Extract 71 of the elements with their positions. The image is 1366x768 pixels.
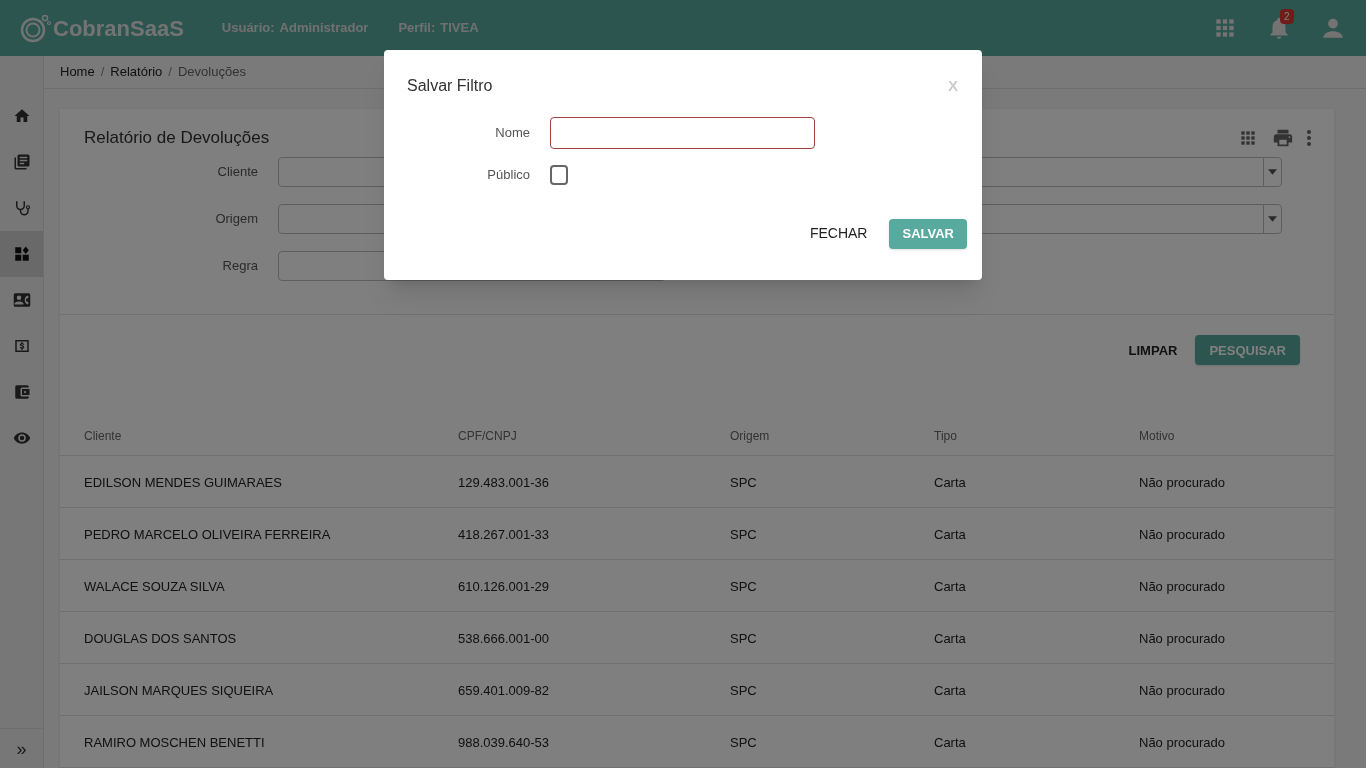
breadcrumb-link[interactable]: Home bbox=[60, 62, 95, 82]
breadcrumb-separator: / bbox=[100, 63, 105, 82]
public-checkbox[interactable] bbox=[550, 165, 568, 185]
sidebar-item[interactable] bbox=[0, 231, 43, 277]
table-cell: 129.483.001-36 bbox=[458, 474, 550, 490]
table-cell: Carta bbox=[934, 630, 966, 646]
save-button[interactable]: SALVAR bbox=[889, 218, 967, 249]
table-cell: Não procurado bbox=[1139, 734, 1225, 750]
contact-card-icon bbox=[12, 291, 31, 309]
table-cell: Não procurado bbox=[1139, 682, 1225, 698]
name-input[interactable] bbox=[550, 117, 815, 149]
table-cell: SPC bbox=[730, 526, 757, 542]
public-label: Público bbox=[486, 166, 530, 185]
logo-text: CobranSaaS bbox=[53, 14, 184, 43]
table-cell: Não procurado bbox=[1139, 526, 1225, 542]
profile-label: Perfil: bbox=[398, 19, 436, 38]
money-icon bbox=[12, 337, 31, 355]
wallet-icon bbox=[12, 383, 31, 401]
filter-label: Origem bbox=[214, 209, 259, 228]
table-cell: Carta bbox=[934, 734, 966, 750]
table-cell: Carta bbox=[934, 682, 966, 698]
table-cell: JAILSON MARQUES SIQUEIRA bbox=[84, 682, 274, 698]
table-cell: Carta bbox=[934, 474, 966, 490]
user-label: Usuário: bbox=[221, 19, 275, 38]
table-cell: Não procurado bbox=[1139, 578, 1225, 594]
table-cell: SPC bbox=[730, 474, 757, 490]
dropdown-caret-icon bbox=[1268, 168, 1277, 175]
close-text-button[interactable]: FECHAR bbox=[809, 217, 868, 250]
eye-icon bbox=[12, 429, 31, 447]
table-cell: Não procurado bbox=[1139, 474, 1225, 490]
table-cell: Não procurado bbox=[1139, 630, 1225, 646]
table-cell: RAMIRO MOSCHEN BENETTI bbox=[84, 734, 265, 750]
filter-label: Regra bbox=[221, 256, 259, 275]
dashboard-icon bbox=[12, 245, 31, 263]
breadcrumb-separator: / bbox=[168, 63, 172, 82]
table-cell: WALACE SOUZA SILVA bbox=[84, 578, 225, 594]
profile-name: TIVEA bbox=[440, 19, 479, 38]
expand-toggle[interactable]: » bbox=[16, 739, 27, 758]
table-cell: Carta bbox=[934, 578, 966, 594]
column-header[interactable]: Cliente bbox=[84, 428, 122, 443]
table-cell: 610.126.001-29 bbox=[458, 578, 550, 594]
column-header[interactable]: Origem bbox=[730, 428, 770, 443]
table-cell: EDILSON MENDES GUIMARAES bbox=[84, 474, 282, 490]
column-header[interactable]: Motivo bbox=[1139, 428, 1175, 443]
logo-icon bbox=[20, 13, 52, 43]
breadcrumb-link[interactable]: Relatório bbox=[110, 62, 163, 82]
table-cell: SPC bbox=[730, 682, 757, 698]
table-cell: SPC bbox=[730, 578, 757, 594]
card-title: Relatório de Devoluções bbox=[84, 127, 270, 149]
table-cell: SPC bbox=[730, 630, 757, 646]
table-cell: DOUGLAS DOS SANTOS bbox=[84, 630, 237, 646]
clear-button[interactable]: LIMPAR bbox=[1126, 332, 1180, 368]
table-cell: SPC bbox=[730, 734, 757, 750]
table-cell: 538.666.001-00 bbox=[458, 630, 550, 646]
notification-count: 2 bbox=[1280, 9, 1294, 24]
column-header[interactable]: CPF/CNPJ bbox=[458, 428, 517, 443]
table-cell: 988.039.640-53 bbox=[458, 734, 550, 750]
user-name: Administrador bbox=[279, 19, 369, 38]
home-icon bbox=[12, 107, 31, 125]
documents-icon bbox=[12, 153, 31, 171]
name-label: Nome bbox=[494, 124, 530, 143]
table-cell: 418.267.001-33 bbox=[458, 526, 550, 542]
more-options-icon[interactable] bbox=[1306, 128, 1312, 147]
filter-label: Cliente bbox=[216, 162, 259, 181]
dialog-title: Salvar Filtro bbox=[407, 76, 493, 96]
dropdown-caret-icon bbox=[1268, 215, 1277, 222]
table-cell: Carta bbox=[934, 526, 966, 542]
column-header[interactable]: Tipo bbox=[934, 428, 957, 443]
table-cell: PEDRO MARCELO OLIVEIRA FERREIRA bbox=[84, 526, 331, 542]
search-button[interactable]: PESQUISAR bbox=[1195, 335, 1300, 366]
table-cell: 659.401.009-82 bbox=[458, 682, 550, 698]
